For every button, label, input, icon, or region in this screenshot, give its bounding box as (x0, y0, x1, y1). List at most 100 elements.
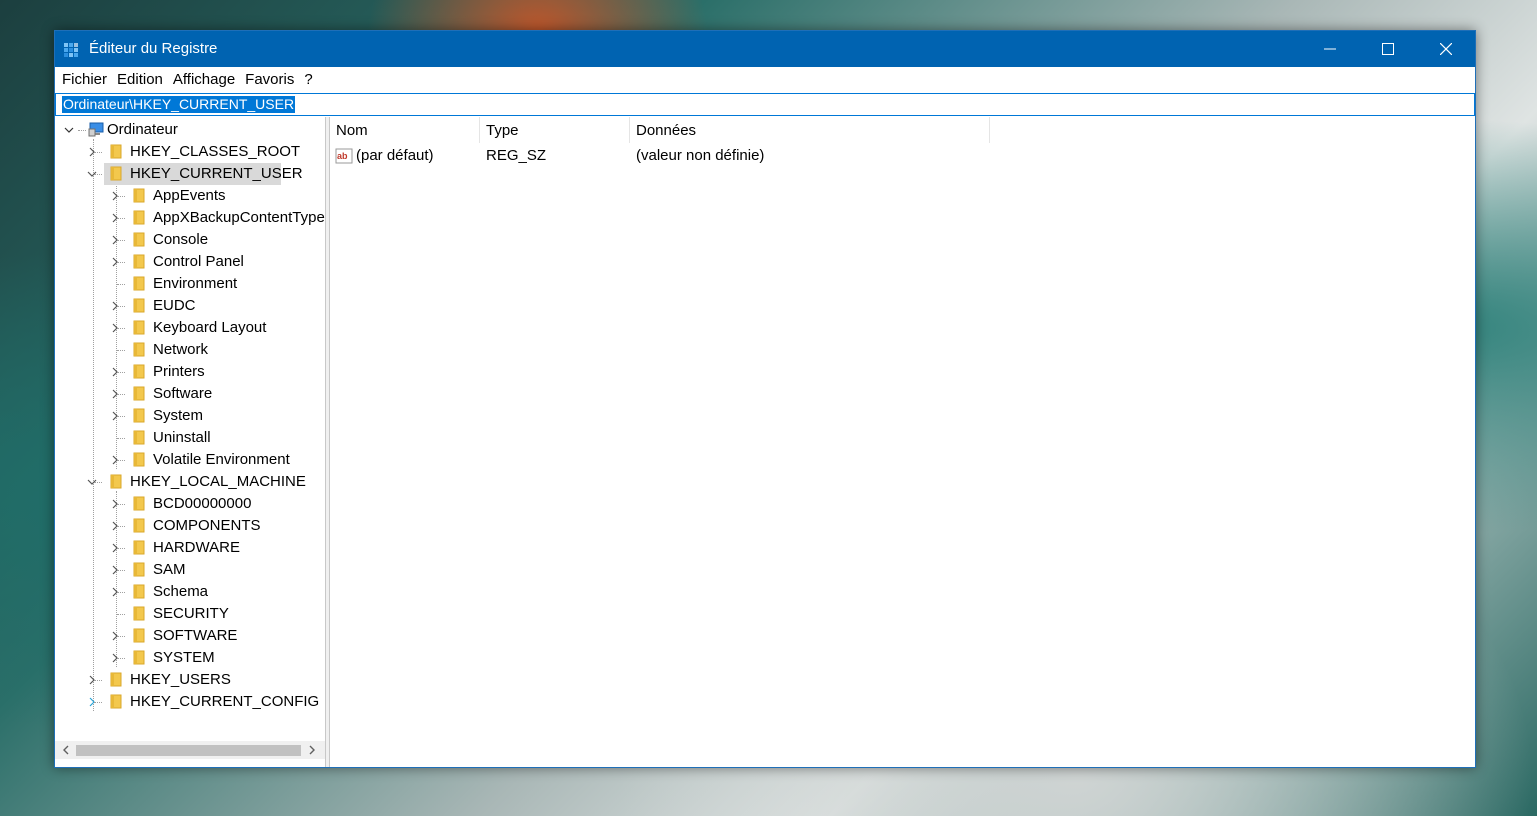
tree-connector (117, 504, 125, 505)
tree-item-label: Control Panel (153, 253, 244, 270)
tree-item-hkey-current-config[interactable]: HKEY_CURRENT_CONFIG (55, 691, 325, 713)
tree-item-hkey-classes-root[interactable]: HKEY_CLASSES_ROOT (55, 141, 325, 163)
menu-bar: Fichier Edition Affichage Favoris ? (55, 67, 1475, 93)
tree-connector (117, 372, 125, 373)
close-icon (1440, 43, 1452, 55)
tree-item-label: SAM (153, 561, 186, 578)
tree-item-hkey-current-user[interactable]: HKEY_CURRENT_USER (55, 163, 325, 185)
column-header-data[interactable]: Données (630, 117, 990, 143)
menu-fichier[interactable]: Fichier (57, 67, 112, 93)
close-button[interactable] (1417, 31, 1475, 67)
maximize-button[interactable] (1359, 31, 1417, 67)
tree-item-software[interactable]: Software (55, 383, 325, 405)
minimize-icon (1324, 48, 1336, 50)
tree-item-label: Schema (153, 583, 209, 600)
tree-connector (117, 240, 125, 241)
tree-item-label: Environment (153, 275, 238, 292)
folder-icon (110, 694, 122, 709)
column-header-name[interactable]: Nom (330, 117, 480, 143)
folder-icon (110, 166, 122, 181)
registry-editor-window: Éditeur du Registre Fichier Edition Affi… (54, 30, 1476, 768)
values-list[interactable]: Nom Type Données ab (par défaut) REG_SZ … (330, 117, 1475, 767)
column-header-type-label: Type (486, 122, 519, 139)
folder-icon (133, 342, 145, 357)
registry-app-icon (64, 43, 78, 57)
tree-item-label: SECURITY (153, 605, 229, 622)
tree-item-appevents[interactable]: AppEvents (55, 185, 325, 207)
chevron-down-icon[interactable] (64, 125, 74, 135)
tree-item-label: COMPONENTS (153, 517, 261, 534)
tree-item-ordinateur[interactable]: Ordinateur (55, 119, 325, 141)
tree-item-label: HKEY_CURRENT_USER (130, 165, 303, 182)
tree-item-keyboard-layout[interactable]: Keyboard Layout (55, 317, 325, 339)
tree-item-system[interactable]: SYSTEM (55, 647, 325, 669)
tree-item-uninstall[interactable]: Uninstall (55, 427, 325, 449)
tree-connector (117, 526, 125, 527)
tree-connector (78, 130, 86, 131)
scroll-right-icon[interactable] (306, 744, 318, 756)
tree-connector (117, 328, 125, 329)
column-header-name-label: Nom (336, 122, 368, 139)
tree-item-printers[interactable]: Printers (55, 361, 325, 383)
tree-connector (117, 394, 125, 395)
computer-icon (88, 122, 104, 137)
tree-item-schema[interactable]: Schema (55, 581, 325, 603)
minimize-button[interactable] (1301, 31, 1359, 67)
tree-item-software[interactable]: SOFTWARE (55, 625, 325, 647)
folder-icon (133, 496, 145, 511)
tree-item-volatile-environment[interactable]: Volatile Environment (55, 449, 325, 471)
tree-item-label: Uninstall (153, 429, 211, 446)
value-row[interactable]: ab (par défaut) REG_SZ (valeur non défin… (330, 145, 1475, 167)
folder-icon (133, 232, 145, 247)
tree-item-eudc[interactable]: EUDC (55, 295, 325, 317)
tree-connector (117, 350, 125, 351)
tree-horizontal-scrollbar[interactable] (55, 741, 325, 759)
folder-icon (133, 540, 145, 555)
menu-favoris[interactable]: Favoris (240, 67, 299, 93)
tree-item-label: HKEY_CLASSES_ROOT (130, 143, 301, 160)
menu-affichage[interactable]: Affichage (168, 67, 240, 93)
value-name: (par défaut) (356, 147, 434, 164)
tree-item-system[interactable]: System (55, 405, 325, 427)
title-bar[interactable]: Éditeur du Registre (55, 31, 1475, 67)
folder-icon (133, 562, 145, 577)
column-header-type[interactable]: Type (480, 117, 630, 143)
tree-item-label: Software (153, 385, 213, 402)
folder-icon (133, 628, 145, 643)
tree-connector (117, 570, 125, 571)
address-bar[interactable]: Ordinateur\HKEY_CURRENT_USER (55, 93, 1475, 116)
tree-item-hardware[interactable]: HARDWARE (55, 537, 325, 559)
tree-connector (117, 592, 125, 593)
tree-item-control-panel[interactable]: Control Panel (55, 251, 325, 273)
menu-help[interactable]: ? (299, 67, 317, 93)
tree-item-appxbackupcontenttype[interactable]: AppXBackupContentType (55, 207, 325, 229)
folder-icon (133, 320, 145, 335)
key-tree[interactable]: Ordinateur HKEY_CLASSES_ROOT HKEY_CURRENT… (55, 117, 326, 767)
folder-icon (133, 452, 145, 467)
address-path[interactable]: Ordinateur\HKEY_CURRENT_USER (62, 96, 296, 113)
folder-icon (133, 254, 145, 269)
tree-item-security[interactable]: SECURITY (55, 603, 325, 625)
tree-item-environment[interactable]: Environment (55, 273, 325, 295)
tree-connector (94, 174, 102, 175)
scrollbar-thumb[interactable] (76, 745, 301, 756)
scroll-left-icon[interactable] (60, 744, 72, 756)
tree-item-label: Console (153, 231, 209, 248)
tree-item-sam[interactable]: SAM (55, 559, 325, 581)
tree-connector (117, 196, 125, 197)
tree-item-console[interactable]: Console (55, 229, 325, 251)
folder-icon (133, 188, 145, 203)
tree-item-hkey-users[interactable]: HKEY_USERS (55, 669, 325, 691)
menu-edition[interactable]: Edition (112, 67, 168, 93)
folder-icon (133, 430, 145, 445)
tree-item-components[interactable]: COMPONENTS (55, 515, 325, 537)
tree-item-label: AppXBackupContentType (153, 209, 325, 226)
folder-icon (133, 276, 145, 291)
svg-text:ab: ab (337, 151, 348, 161)
string-value-icon: ab (335, 148, 353, 164)
tree-item-bcd00000000[interactable]: BCD00000000 (55, 493, 325, 515)
tree-item-label: Ordinateur (107, 121, 178, 138)
tree-connector (94, 702, 102, 703)
tree-item-network[interactable]: Network (55, 339, 325, 361)
tree-item-hkey-local-machine[interactable]: HKEY_LOCAL_MACHINE (55, 471, 325, 493)
